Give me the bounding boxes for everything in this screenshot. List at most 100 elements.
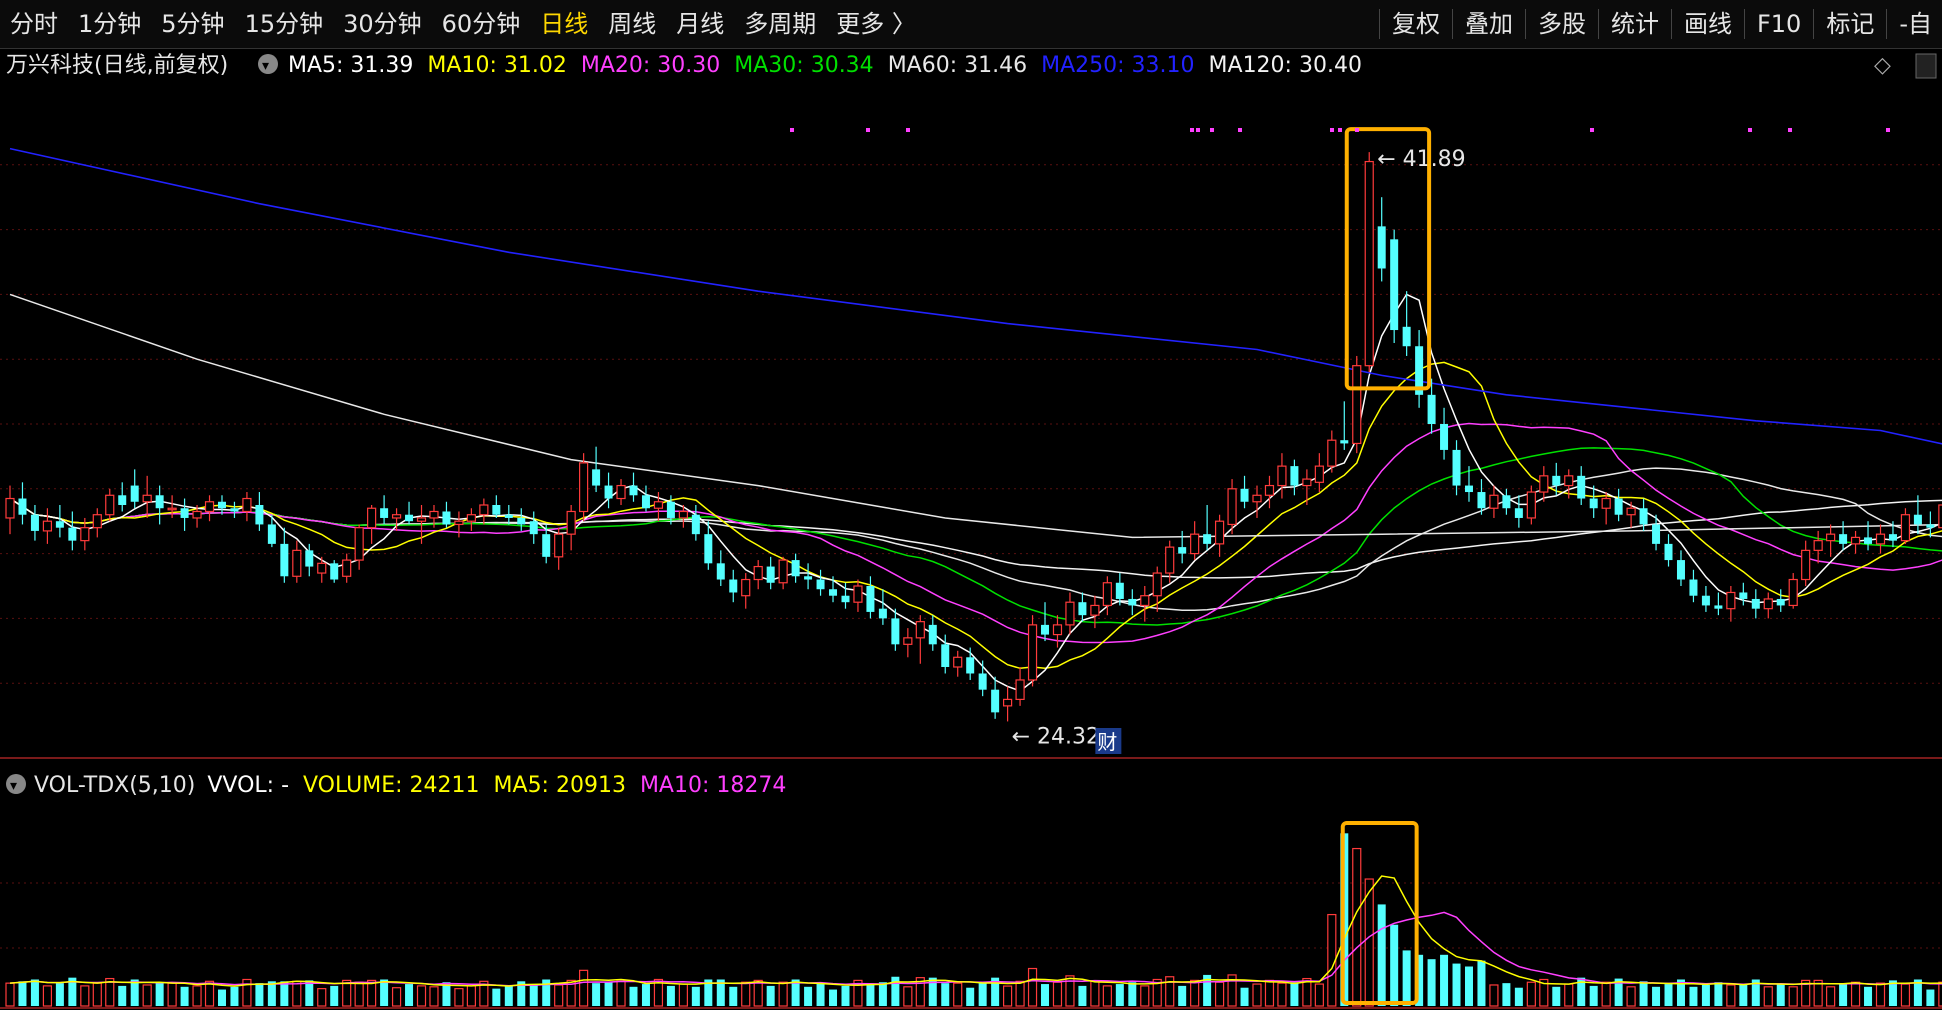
high-price-label: ← 41.89 (1377, 147, 1465, 172)
period-tab-0[interactable]: 分时 (0, 0, 68, 48)
period-tab-1[interactable]: 1分钟 (68, 0, 151, 48)
candle-body (1078, 602, 1087, 616)
candle-body (1290, 466, 1299, 486)
tool-button-0[interactable]: 复权 (1382, 0, 1450, 48)
volume-bar (1314, 983, 1324, 1007)
candle-body (579, 462, 589, 513)
candle-body (1327, 439, 1337, 467)
tool-button-1[interactable]: 叠加 (1455, 0, 1523, 48)
candle-body (1701, 595, 1710, 606)
event-dot (1886, 128, 1890, 132)
candle-body (42, 520, 53, 532)
candle-body (1352, 365, 1362, 445)
candle-body (991, 689, 1000, 713)
diamond-icon: ◇ (1874, 53, 1891, 78)
tool-button-3[interactable]: 统计 (1601, 0, 1669, 48)
volume-bar (466, 985, 476, 1007)
candle-body (242, 497, 252, 513)
volume-bar (1552, 986, 1561, 1006)
period-tab-3[interactable]: 15分钟 (235, 0, 334, 48)
tool-separator (1451, 9, 1453, 39)
volume-bar (841, 985, 850, 1006)
event-dot (1238, 128, 1242, 132)
candle-body (1577, 475, 1586, 499)
candle-body (1102, 582, 1112, 607)
candle-body (1913, 514, 1922, 525)
finance-marker: 财 (1097, 730, 1117, 754)
candle-body (704, 534, 713, 564)
volume-bar (1788, 986, 1798, 1007)
volume-bar (529, 984, 538, 1006)
candle-body (1264, 484, 1275, 496)
event-dot (1190, 128, 1194, 132)
candle-body (716, 563, 725, 580)
volume-bar (616, 980, 626, 1007)
volume-bar (1776, 984, 1785, 1006)
candle-body (1739, 592, 1748, 599)
candle-body (1152, 572, 1162, 597)
period-tab-10[interactable]: 更多 〉 (826, 0, 926, 48)
volume-bar (753, 979, 763, 1007)
period-tab-4[interactable]: 30分钟 (333, 0, 432, 48)
event-dot (1196, 128, 1200, 132)
volume-ma-lines (9, 875, 1942, 987)
volume-bar (429, 986, 439, 1007)
candle-body (492, 505, 501, 515)
volume-bar (1739, 984, 1748, 1006)
candle-body (741, 578, 751, 597)
volume-bar (5, 982, 15, 1007)
candle-body (442, 511, 451, 525)
volume-bar (1377, 904, 1386, 1006)
volume-bar (1041, 984, 1050, 1006)
ma-label-ma120: MA120: 30.40 (1209, 53, 1362, 78)
tool-button-6[interactable]: 标记 (1816, 0, 1884, 48)
candle-body (1203, 534, 1212, 544)
candle-body (217, 501, 226, 509)
period-tab-7[interactable]: 周线 (598, 0, 666, 48)
candle-body (204, 501, 215, 513)
candle-body (466, 514, 476, 522)
volume-bar (1427, 959, 1436, 1006)
candle-body (342, 559, 352, 577)
candle-body (729, 579, 738, 593)
tool-button-2[interactable]: 多股 (1528, 0, 1596, 48)
ma-label-ma5: MA5: 31.39 (288, 53, 413, 78)
candle-body (80, 527, 90, 542)
candle-body (1552, 475, 1561, 486)
candle-body (92, 514, 102, 529)
tool-button-4[interactable]: 画线 (1674, 0, 1742, 48)
volume-bar (666, 985, 675, 1006)
candle-body (1526, 491, 1536, 519)
candle-body (1140, 595, 1150, 607)
volume-label-vvol: VVOL: - (207, 773, 289, 798)
period-tab-5[interactable]: 60分钟 (432, 0, 531, 48)
candle-body (1052, 624, 1063, 636)
volume-bar (1264, 979, 1275, 1007)
candle-body (367, 507, 377, 529)
tool-button-7[interactable]: -自 (1889, 0, 1942, 48)
event-dot (1210, 128, 1214, 132)
tool-separator (1524, 9, 1526, 39)
event-dot (1788, 128, 1792, 132)
volume-bar (1589, 985, 1598, 1006)
period-tab-2[interactable]: 5分钟 (151, 0, 234, 48)
volume-bar (1052, 981, 1063, 1007)
ma-label-ma60: MA60: 31.46 (888, 53, 1027, 78)
volume-bar (641, 984, 650, 1006)
candle-body (1464, 485, 1473, 493)
candle-body (691, 514, 700, 535)
kline-chart[interactable]: 万兴科技(日线,前复权) ▾ MA5: 31.39 MA10: 31.02 MA20: … (0, 48, 1942, 1010)
period-tab-9[interactable]: 多周期 (734, 0, 826, 48)
event-dot (906, 128, 910, 132)
tool-button-5[interactable]: F10 (1747, 0, 1811, 48)
candle-body (1502, 495, 1511, 509)
candle-body (1440, 424, 1449, 450)
candle-body (255, 505, 264, 525)
volume-bar (878, 982, 887, 1006)
period-tab-8[interactable]: 月线 (666, 0, 734, 48)
candle-body (554, 533, 564, 558)
period-tab-6[interactable]: 日线 (530, 0, 598, 48)
volume-bar (1240, 987, 1249, 1006)
moving-average-lines (9, 147, 1942, 692)
candle-body (529, 521, 538, 535)
